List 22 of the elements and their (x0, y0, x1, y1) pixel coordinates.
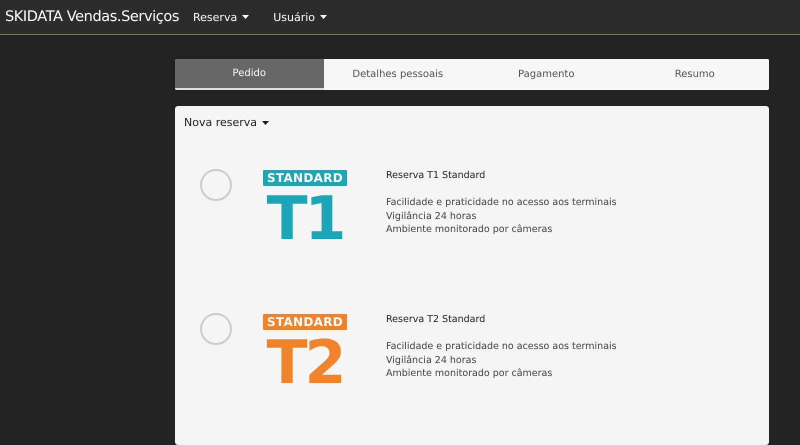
caret-icon (262, 120, 270, 124)
option-title: Reserva T1 Standard (386, 170, 486, 181)
radio-button[interactable] (200, 169, 232, 201)
caret-icon (242, 15, 250, 19)
option-title: Reserva T2 Standard (386, 314, 486, 325)
caret-icon (320, 15, 328, 19)
logo-badge: STANDARD (263, 170, 347, 186)
radio-button[interactable] (200, 313, 232, 345)
logo-code: T1 (266, 186, 344, 252)
nav-menu[interactable]: Usuário (273, 10, 338, 24)
nav-menu[interactable]: Reserva (193, 10, 260, 24)
step-tab[interactable]: Pedido (175, 59, 324, 90)
feature-text: Vigilância 24 horas (386, 354, 478, 367)
logo-badge: STANDARD (263, 314, 347, 330)
feature-text: Ambiente monitorado por câmeras (386, 367, 554, 380)
feature-text: Facilidade e praticidade no acesso aos terminais (386, 340, 617, 354)
feature-text: Vigilância 24 horas (386, 210, 478, 223)
feature-text: Ambiente monitorado por câmeras (386, 223, 554, 236)
reservation-dropdown[interactable]: Nova reserva (184, 116, 270, 129)
brand-title: SKIDATA Vendas.Serviços (5, 9, 180, 25)
feature-text: Facilidade e praticidade no acesso aos terminais (386, 196, 617, 210)
logo-code: T2 (266, 330, 344, 396)
